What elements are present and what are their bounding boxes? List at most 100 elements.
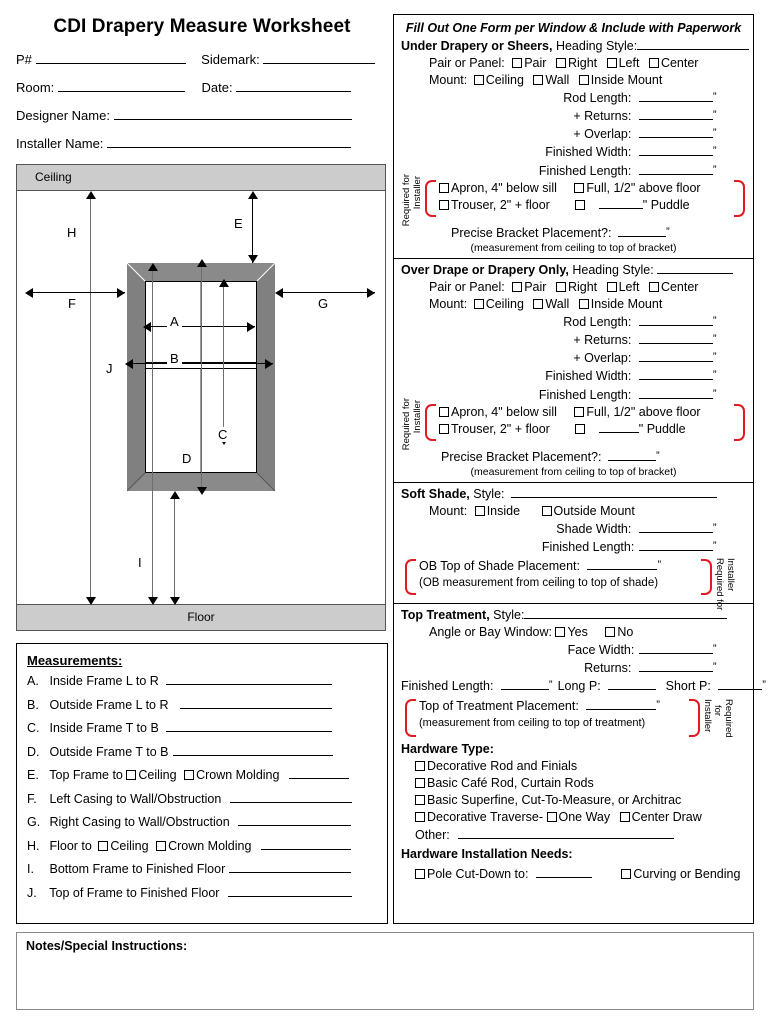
over-returns-input[interactable] xyxy=(638,343,713,344)
checkbox-curving-bending[interactable] xyxy=(621,869,632,879)
pnum-input[interactable] xyxy=(35,63,186,64)
over-overlap-input[interactable] xyxy=(638,361,713,362)
shade-style-label: Style: xyxy=(473,487,505,501)
checkbox-under-pair[interactable] xyxy=(512,58,523,68)
worksheet-page: CDI Drapery Measure Worksheet P# Sidemar… xyxy=(0,0,770,1024)
toptreat-style-input[interactable] xyxy=(524,618,728,619)
checkbox-toptreat-yes[interactable] xyxy=(555,627,566,637)
checkbox-under-center[interactable] xyxy=(648,58,659,68)
toptreat-shortp-label: Short P: xyxy=(665,679,711,693)
checkbox-over-left[interactable] xyxy=(606,282,617,292)
shade-style-input[interactable] xyxy=(510,497,717,498)
over-puddle-input[interactable] xyxy=(598,432,639,433)
toptreat-finlength-label: Finished Length: xyxy=(401,679,494,693)
checkbox-e-crown[interactable] xyxy=(184,770,195,780)
checkbox-over-trouser[interactable] xyxy=(439,424,449,434)
checkbox-shade-inside[interactable] xyxy=(474,506,485,516)
over-bracket-input[interactable] xyxy=(607,460,656,461)
checkbox-hardware-center-draw[interactable] xyxy=(619,812,630,822)
checkbox-toptreat-no[interactable] xyxy=(605,627,616,637)
room-input[interactable] xyxy=(57,91,185,92)
row-check-e-ceiling: Ceiling xyxy=(138,768,177,782)
row-input-h[interactable] xyxy=(260,848,351,850)
designer-input[interactable] xyxy=(113,119,352,120)
toptreat-placement-row: Top of Treatment Placement: ” xyxy=(407,697,686,715)
checkbox-e-ceiling[interactable] xyxy=(126,770,137,780)
checkbox-over-full[interactable] xyxy=(574,407,585,417)
over-heading-style-input[interactable] xyxy=(656,273,733,274)
under-puddle-input[interactable] xyxy=(598,208,643,209)
toptreat-finlength-input[interactable] xyxy=(500,689,549,690)
checkbox-under-ceiling[interactable] xyxy=(473,75,484,85)
row-input-d[interactable] xyxy=(173,754,333,756)
row-input-j[interactable] xyxy=(227,895,352,897)
row-input-e[interactable] xyxy=(288,778,349,779)
toptreat-shortp-unit: ” xyxy=(762,679,766,691)
checkbox-hardware-decorative-rod[interactable] xyxy=(415,761,425,771)
checkbox-under-apron[interactable] xyxy=(439,183,449,193)
shade-width-input[interactable] xyxy=(638,532,713,533)
checkbox-over-inside[interactable] xyxy=(578,299,589,309)
hardware-pole-cut-input[interactable] xyxy=(535,877,592,878)
date-input[interactable] xyxy=(236,91,352,92)
row-input-a[interactable] xyxy=(166,684,333,685)
shade-ob-input[interactable] xyxy=(587,569,658,570)
checkbox-under-puddle[interactable] xyxy=(575,200,586,210)
checkbox-over-right[interactable] xyxy=(555,282,566,292)
under-heading-style-input[interactable] xyxy=(637,49,750,50)
checkbox-hardware-one-way[interactable] xyxy=(546,812,557,822)
row-input-c[interactable] xyxy=(166,731,333,732)
under-bracket-input[interactable] xyxy=(617,236,666,237)
hardware-other-input[interactable] xyxy=(458,838,675,839)
checkbox-hardware-superfine[interactable] xyxy=(415,795,425,805)
over-finlength-input[interactable] xyxy=(638,398,713,399)
toptreat-facewidth-input[interactable] xyxy=(638,653,713,654)
row-input-i[interactable] xyxy=(228,872,351,873)
checkbox-over-ceiling[interactable] xyxy=(473,299,484,309)
toptreat-placement-input[interactable] xyxy=(586,709,657,710)
checkbox-under-trouser[interactable] xyxy=(439,200,449,210)
checkbox-under-inside[interactable] xyxy=(578,75,589,85)
under-finwidth-input[interactable] xyxy=(638,155,713,156)
field-row-designer: Designer Name: xyxy=(16,108,388,123)
toptreat-shortp-input[interactable] xyxy=(718,689,763,690)
sidemark-label: Sidemark: xyxy=(201,52,260,67)
checkbox-under-right[interactable] xyxy=(555,58,566,68)
checkbox-shade-outside[interactable] xyxy=(541,506,552,516)
toptreat-required-block: Installer for Required Top of Treatment … xyxy=(401,697,746,739)
toptreat-returns-input[interactable] xyxy=(638,671,713,672)
under-finlength-input[interactable] xyxy=(638,174,713,175)
under-overlap-input[interactable] xyxy=(638,137,713,138)
sidemark-input[interactable] xyxy=(263,63,376,64)
over-rod-input[interactable] xyxy=(638,325,713,326)
over-finwidth-input[interactable] xyxy=(638,379,713,380)
checkbox-over-wall[interactable] xyxy=(533,299,544,309)
checkbox-over-apron[interactable] xyxy=(439,407,449,417)
callout-c: C xyxy=(215,427,231,442)
toptreat-longp-input[interactable] xyxy=(608,689,657,690)
checkbox-under-wall[interactable] xyxy=(533,75,544,85)
checkbox-over-pair[interactable] xyxy=(512,282,523,292)
under-bracket-right xyxy=(734,180,745,217)
row-input-b[interactable] xyxy=(180,707,332,709)
over-finwidth-row: Finished Width: ” xyxy=(401,367,746,385)
checkbox-h-crown[interactable] xyxy=(156,840,167,851)
notes-box[interactable]: Notes/Special Instructions: xyxy=(16,932,754,1010)
installer-input[interactable] xyxy=(107,147,352,148)
under-returns-input[interactable] xyxy=(638,119,713,120)
checkbox-h-ceiling[interactable] xyxy=(98,840,109,851)
checkbox-under-left[interactable] xyxy=(606,58,617,68)
under-rod-input[interactable] xyxy=(638,101,713,102)
shade-finlength-input[interactable] xyxy=(638,550,713,551)
row-input-g[interactable] xyxy=(238,825,352,826)
arrow-j-head-bottom xyxy=(148,597,158,605)
checkbox-over-puddle[interactable] xyxy=(575,424,586,434)
checkbox-hardware-cafe-rod[interactable] xyxy=(415,778,425,788)
checkbox-pole-cut-down[interactable] xyxy=(415,869,425,879)
checkbox-hardware-traverse[interactable] xyxy=(415,812,425,822)
checkbox-over-center[interactable] xyxy=(648,282,659,292)
toptreat-returns-label: Returns: xyxy=(584,661,632,675)
checkbox-under-full[interactable] xyxy=(574,183,585,193)
row-input-f[interactable] xyxy=(229,801,352,803)
under-rod-unit: ” xyxy=(712,91,717,103)
